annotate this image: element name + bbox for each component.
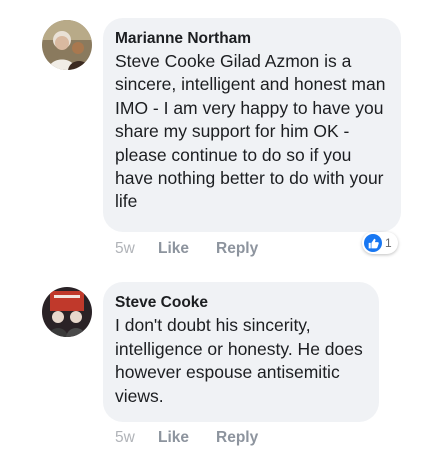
thumbs-up-icon (364, 234, 382, 252)
like-button[interactable]: Like (158, 429, 196, 447)
comment-actions: 5w Like Reply (115, 240, 278, 258)
comment-text: Steve Cooke Gilad Azmon is a sincere, in… (115, 51, 386, 212)
reaction-count: 1 (385, 236, 392, 250)
comment-author[interactable]: Marianne Northam (115, 30, 389, 48)
comment-author[interactable]: Steve Cooke (115, 294, 367, 312)
comment-timestamp[interactable]: 5w (115, 429, 158, 447)
reply-button[interactable]: Reply (216, 429, 258, 447)
reaction-summary[interactable]: 1 (362, 232, 398, 254)
reply-button[interactable]: Reply (216, 240, 258, 258)
comment-text: I don't doubt his sincerity, intelligenc… (115, 315, 363, 406)
avatar-photo-icon (42, 287, 92, 337)
comment-timestamp[interactable]: 5w (115, 240, 158, 258)
avatar[interactable] (42, 287, 92, 337)
avatar-photo-icon (42, 20, 92, 70)
comment-actions: 5w Like Reply (115, 429, 278, 447)
like-button[interactable]: Like (158, 240, 196, 258)
comment-bubble: Steve Cooke I don't doubt his sincerity,… (103, 282, 379, 422)
comment-bubble: Marianne Northam Steve Cooke Gilad Azmon… (103, 18, 401, 232)
avatar[interactable] (42, 20, 92, 70)
